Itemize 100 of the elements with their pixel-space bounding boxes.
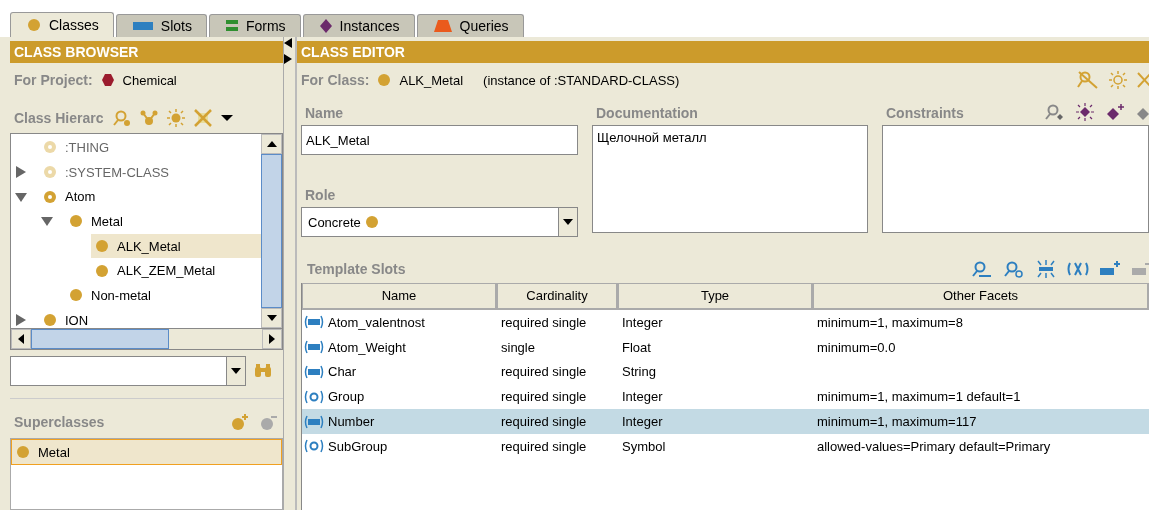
table-cell-text: required single: [500, 438, 588, 454]
superclass-item[interactable]: Metal: [11, 439, 282, 465]
documentation-field[interactable]: Щелочной металл: [592, 125, 868, 233]
hexagon-icon: [100, 73, 115, 87]
table-cell-text: minimum=0.0: [816, 339, 897, 355]
table-row[interactable]: SubGroup required single Symbol allowed-values=Primary default=Primary: [302, 434, 1149, 459]
horizontal-scrollbar[interactable]: [11, 328, 282, 349]
up-arrow-icon[interactable]: [266, 141, 277, 147]
sun-icon[interactable]: [1107, 70, 1129, 90]
table-cell-text: minimum=1, maximum=8: [816, 314, 964, 330]
column-header[interactable]: Type: [618, 283, 813, 310]
tab[interactable]: Instances: [302, 14, 415, 37]
tab[interactable]: Slots: [115, 14, 207, 37]
tab[interactable]: Forms: [208, 14, 301, 37]
template-slots-label: Template Slots: [307, 261, 406, 277]
tree-item[interactable]: :THING: [39, 135, 261, 160]
table-cell-text: Integer: [621, 414, 664, 430]
add-superclass-icon[interactable]: [230, 412, 250, 431]
circle-icon: [16, 445, 30, 459]
binoculars-icon[interactable]: [254, 363, 272, 379]
column-header[interactable]: Name: [302, 283, 497, 310]
circle-icon: [27, 18, 41, 32]
table-row[interactable]: Number required single Integer minimum=1, maximum=117: [302, 409, 1149, 434]
caret-icon[interactable]: [220, 114, 233, 122]
column-header[interactable]: Other Facets: [813, 283, 1149, 310]
table-cell: Char: [328, 364, 357, 380]
table-row[interactable]: Char required single String: [302, 359, 1149, 385]
table-cell-text: Integer: [621, 314, 664, 330]
search-icon[interactable]: [1077, 70, 1099, 90]
table-cell: SubGroup: [328, 438, 388, 454]
caret-icon[interactable]: [231, 368, 241, 374]
left-arrow-icon[interactable]: [18, 334, 24, 344]
table-cell-text: required single: [500, 389, 588, 405]
form-icon: [225, 20, 238, 32]
expanded-triangle-icon[interactable]: [41, 215, 53, 228]
diamond-icon[interactable]: [1105, 103, 1125, 121]
table-row[interactable]: Atom_valentnost required single Integer minimum=1, maximum=8: [302, 310, 1149, 335]
tree-item[interactable]: ALK_ZEM_Metal: [91, 258, 261, 283]
table-cell-text: single: [500, 339, 536, 355]
tree-item[interactable]: :SYSTEM-CLASS: [39, 160, 261, 185]
expanded-triangle-icon[interactable]: [15, 190, 27, 203]
tree-item[interactable]: Atom: [39, 184, 261, 209]
table-cell-text: required single: [500, 314, 588, 330]
tab[interactable]: Classes: [10, 12, 114, 37]
slot-sun-icon[interactable]: [1035, 260, 1057, 278]
vertical-scrollbar[interactable]: [261, 134, 282, 328]
hierarchy-label: Class Hierarc: [14, 110, 104, 126]
search-icon[interactable]: [112, 109, 131, 127]
remove-slot-icon[interactable]: [1131, 260, 1149, 278]
table-cell-text: Integer: [621, 389, 664, 405]
name-label: Name: [304, 104, 345, 121]
search-icon[interactable]: [1045, 103, 1065, 121]
table-cell: Atom_valentnost: [328, 314, 425, 330]
add-slot-icon[interactable]: [1099, 260, 1121, 278]
constraints-label: Constraints: [886, 105, 964, 121]
superclasses-label: Superclasses: [14, 413, 105, 430]
diamond-icon: [319, 19, 332, 33]
tree-item[interactable]: Metal: [65, 209, 261, 234]
collapsed-triangle-icon[interactable]: [15, 166, 27, 179]
circle-icon: [364, 215, 379, 229]
table-cell-text: required single: [500, 364, 588, 380]
tab[interactable]: Queries: [416, 14, 524, 37]
trapezoid-icon: [433, 20, 452, 32]
panel-header: CLASS BROWSER: [10, 41, 283, 63]
search-icon[interactable]: [1003, 260, 1025, 278]
name-field[interactable]: ALK_Metal: [301, 125, 578, 155]
table-cell-text: allowed-values=Primary default=Primary: [816, 438, 1052, 454]
table-cell-text: minimum=1, maximum=1 default=1: [816, 389, 1022, 405]
constraints-field[interactable]: [882, 125, 1149, 233]
project-name: Chemical: [122, 72, 177, 88]
table-cell: Number: [328, 414, 375, 430]
table-row[interactable]: Atom_Weight single Float minimum=0.0: [302, 334, 1149, 360]
tree-item[interactable]: ALK_Metal: [91, 234, 261, 259]
column-header[interactable]: Cardinality: [497, 283, 618, 310]
table-cell-text: required single: [500, 414, 588, 430]
tree-item[interactable]: ION: [39, 308, 261, 328]
collapsed-triangle-icon[interactable]: [15, 314, 27, 327]
add-subclass-icon[interactable]: [139, 109, 158, 127]
diamond-icon[interactable]: [1075, 103, 1095, 121]
search-icon[interactable]: [971, 260, 993, 278]
slot-override-icon[interactable]: [1067, 260, 1089, 278]
sun-icon[interactable]: [166, 109, 185, 127]
table-cell-text: Float: [621, 339, 652, 355]
project-label: For Project:: [14, 72, 93, 88]
right-arrow-icon[interactable]: [269, 334, 275, 344]
close-icon[interactable]: [1137, 70, 1149, 90]
caret-icon[interactable]: [563, 219, 573, 225]
table-cell-text: minimum=1, maximum=117: [816, 414, 978, 430]
documentation-label: Documentation: [595, 104, 699, 121]
table-row[interactable]: Group required single Integer minimum=1, maximum=1 default=1: [302, 384, 1149, 410]
table-cell: Group: [328, 389, 365, 405]
class-label: For Class:: [301, 72, 370, 88]
table-cell: Atom_Weight: [328, 339, 406, 355]
down-arrow-icon[interactable]: [266, 315, 277, 321]
role-label: Role: [304, 186, 337, 203]
tree-item[interactable]: Non-metal: [65, 283, 261, 308]
role-combo[interactable]: Concrete: [301, 207, 578, 237]
table-cell-text: String: [621, 364, 657, 380]
instance-of-text: (instance of :STANDARD-CLASS): [483, 72, 680, 88]
delete-icon[interactable]: [193, 109, 212, 127]
